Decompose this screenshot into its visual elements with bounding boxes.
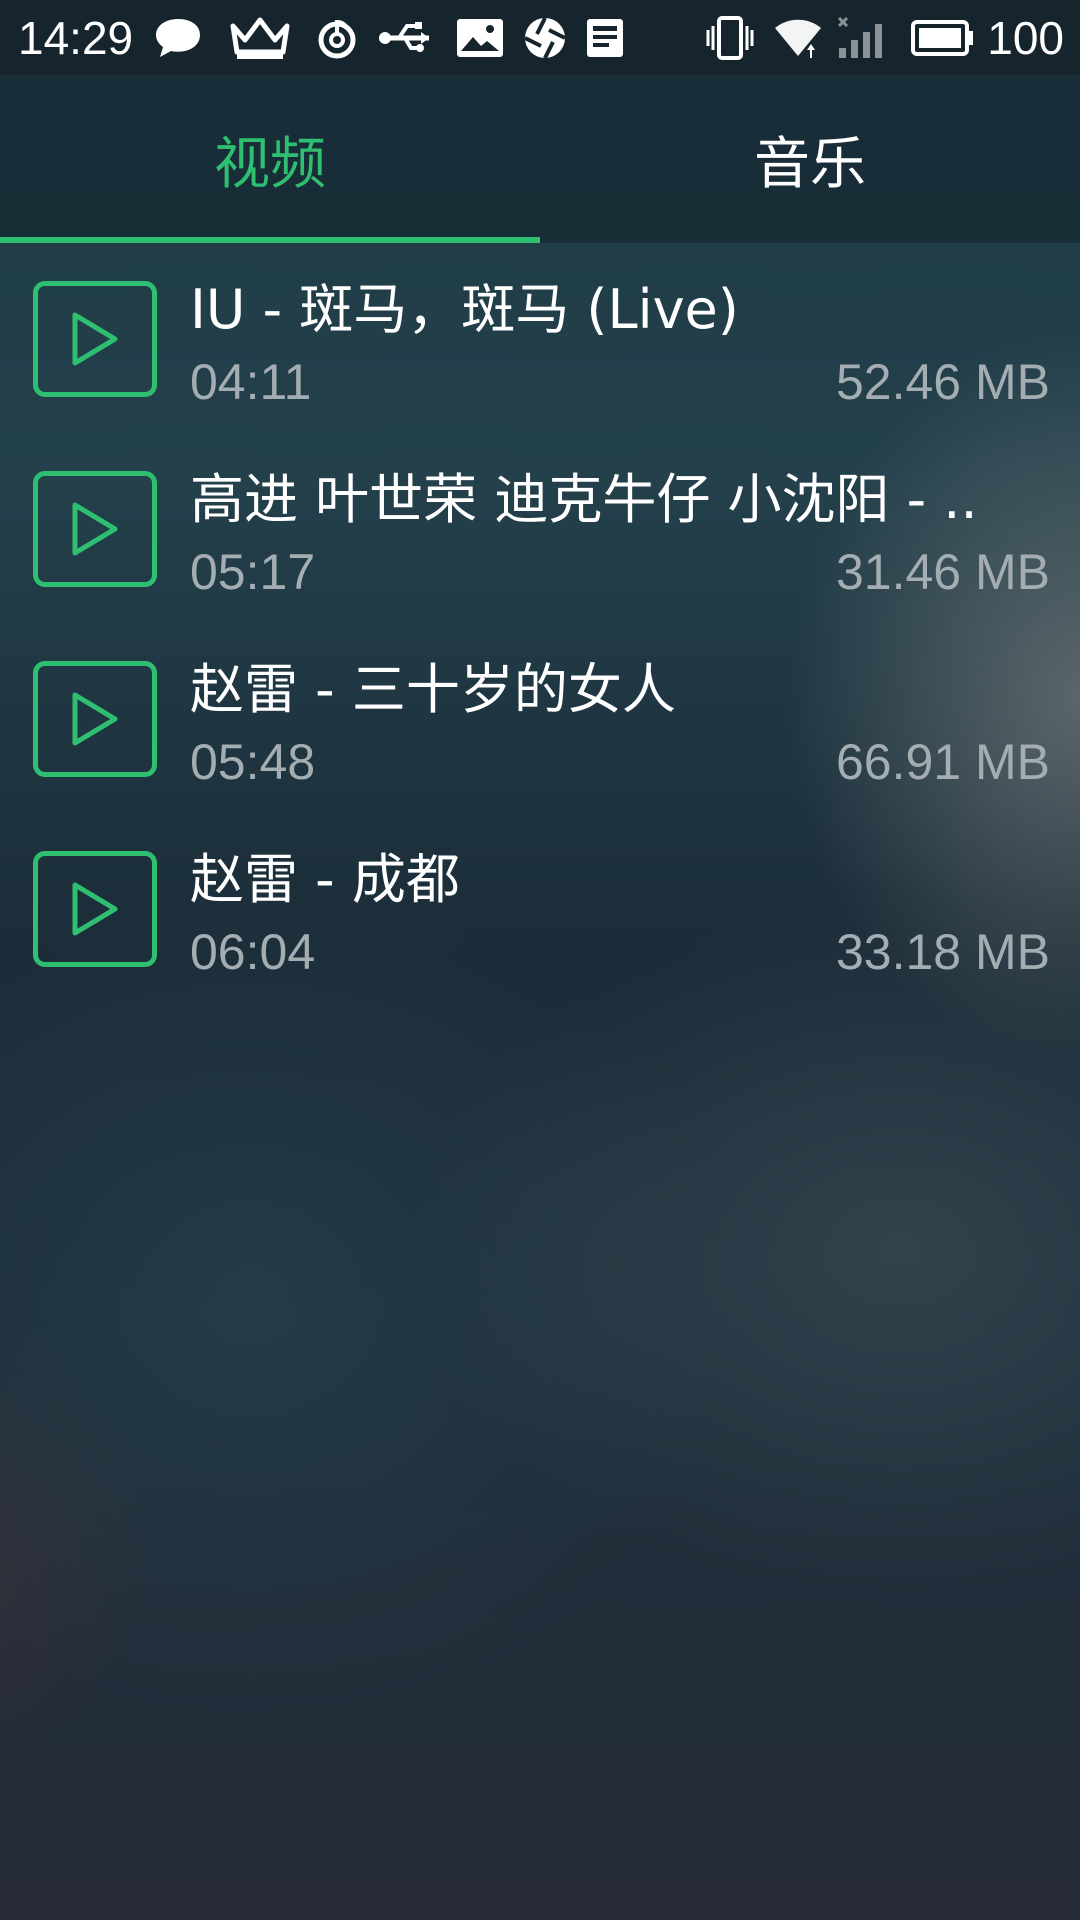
item-duration: 05:48 — [190, 734, 316, 790]
play-icon[interactable] — [33, 851, 157, 967]
status-time: 14:29 — [18, 11, 134, 64]
wifi-icon — [773, 0, 823, 75]
tab-music[interactable]: 音乐 — [540, 75, 1080, 243]
usb-icon — [377, 0, 437, 75]
signal-icon — [837, 0, 891, 75]
chat-bubble-icon — [153, 0, 203, 75]
list-item[interactable]: 赵雷 - 成都 06:04 33.18 MB — [0, 813, 1080, 1003]
video-list: IU - 斑马，斑马 (Live) 04:11 52.46 MB 高进 叶世荣 … — [0, 243, 1080, 1003]
item-size: 33.18 MB — [835, 924, 1050, 980]
play-icon[interactable] — [33, 281, 157, 397]
image-icon — [455, 0, 505, 75]
play-icon[interactable] — [33, 661, 157, 777]
item-title: 赵雷 - 成都 — [190, 848, 460, 911]
item-duration: 06:04 — [190, 924, 316, 980]
crown-icon — [229, 0, 291, 75]
tab-bar: 视频 音乐 — [0, 75, 1080, 243]
netease-music-icon — [315, 0, 359, 75]
tab-video[interactable]: 视频 — [0, 75, 540, 243]
play-icon[interactable] — [33, 471, 157, 587]
item-title: 赵雷 - 三十岁的女人 — [190, 658, 676, 721]
item-duration: 05:17 — [190, 544, 316, 600]
aperture-icon — [523, 0, 567, 75]
news-icon — [585, 0, 625, 75]
battery-level: 100 — [987, 11, 1064, 64]
system-icons: 100 — [705, 0, 1064, 75]
list-item[interactable]: 赵雷 - 三十岁的女人 05:48 66.91 MB — [0, 623, 1080, 813]
item-size: 66.91 MB — [835, 734, 1050, 790]
vibrate-icon — [705, 0, 755, 75]
notification-icons — [153, 0, 625, 75]
status-bar: 14:29 100 — [0, 0, 1080, 75]
battery-icon — [911, 0, 975, 75]
item-title: 高进 叶世荣 迪克牛仔 小沈阳 - .. — [190, 468, 978, 531]
item-duration: 04:11 — [190, 354, 312, 410]
item-size: 52.46 MB — [835, 354, 1050, 410]
list-item[interactable]: IU - 斑马，斑马 (Live) 04:11 52.46 MB — [0, 243, 1080, 433]
item-title: IU - 斑马，斑马 (Live) — [190, 278, 739, 341]
item-size: 31.46 MB — [835, 544, 1050, 600]
list-item[interactable]: 高进 叶世荣 迪克牛仔 小沈阳 - .. 05:17 31.46 MB — [0, 433, 1080, 623]
